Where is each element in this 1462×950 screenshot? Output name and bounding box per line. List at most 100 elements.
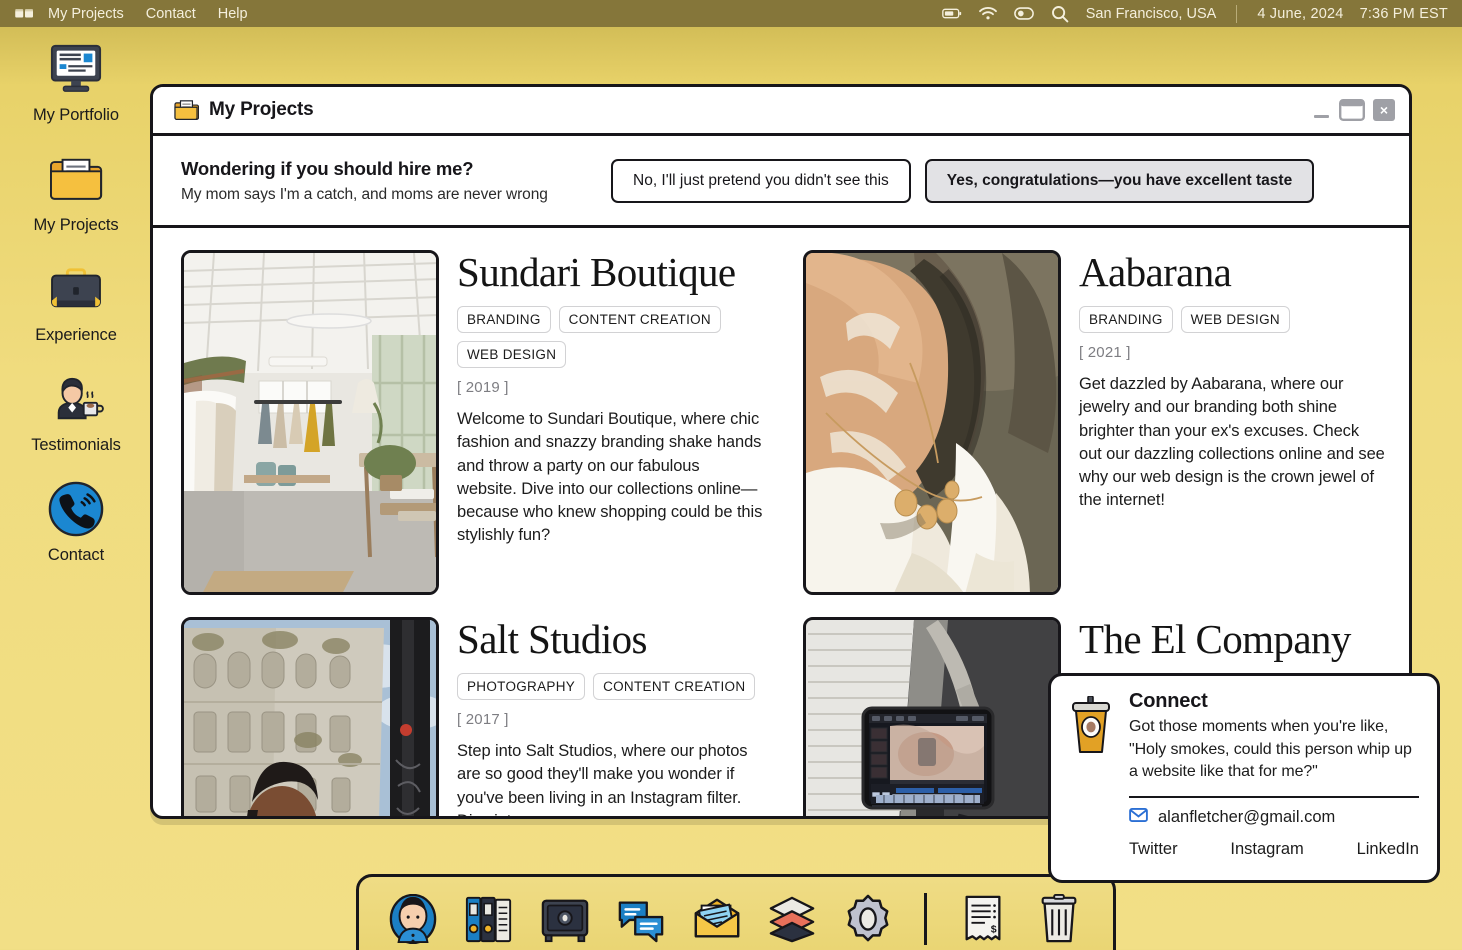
window-controls: × bbox=[1312, 99, 1395, 121]
project-tag[interactable]: WEB DESIGN bbox=[457, 341, 566, 368]
battery-icon[interactable] bbox=[942, 5, 962, 23]
phone-ringing-icon bbox=[45, 480, 107, 538]
project-year: [ 2021 ] bbox=[1079, 344, 1385, 361]
connect-body: Connect Got those moments when you're li… bbox=[1129, 690, 1419, 868]
profile-avatar-icon[interactable] bbox=[387, 893, 439, 945]
project-title: Sundari Boutique bbox=[457, 252, 763, 293]
close-icon[interactable]: × bbox=[1373, 99, 1395, 121]
control-center-icon[interactable] bbox=[1014, 5, 1034, 23]
person-with-coffee-icon bbox=[45, 370, 107, 428]
mail-envelope-icon[interactable] bbox=[691, 893, 743, 945]
instagram-link[interactable]: Instagram bbox=[1230, 840, 1303, 859]
linkedin-link[interactable]: LinkedIn bbox=[1357, 840, 1419, 859]
minimize-icon[interactable] bbox=[1312, 104, 1331, 121]
wifi-icon[interactable] bbox=[978, 5, 998, 23]
sidebar-item-label: Experience bbox=[35, 326, 117, 345]
project-tag[interactable]: WEB DESIGN bbox=[1181, 306, 1290, 333]
sidebar-item-my-portfolio[interactable]: My Portfolio bbox=[0, 40, 152, 150]
sidebar-item-experience[interactable]: Experience bbox=[0, 260, 152, 370]
svg-text:$: $ bbox=[991, 923, 997, 935]
safe-icon[interactable] bbox=[539, 893, 591, 945]
decline-button[interactable]: No, I'll just pretend you didn't see thi… bbox=[611, 159, 911, 203]
maximize-icon[interactable] bbox=[1339, 99, 1365, 121]
project-description: Step into Salt Studios, where our photos… bbox=[457, 740, 763, 819]
hire-me-banner: Wondering if you should hire me? My mom … bbox=[153, 136, 1409, 228]
connect-popup: Connect Got those moments when you're li… bbox=[1048, 673, 1440, 883]
banner-text: Wondering if you should hire me? My mom … bbox=[181, 158, 611, 204]
connect-email[interactable]: alanfletcher@gmail.com bbox=[1158, 808, 1335, 827]
sidebar-item-label: My Projects bbox=[33, 216, 118, 235]
banner-heading: Wondering if you should hire me? bbox=[181, 158, 611, 180]
settings-gear-icon[interactable] bbox=[842, 893, 894, 945]
envelope-icon bbox=[1129, 808, 1148, 827]
coffee-cup-icon bbox=[1067, 696, 1115, 754]
project-description: Welcome to Sundari Boutique, where chic … bbox=[457, 408, 763, 548]
jewelry-necklace-photo bbox=[803, 250, 1061, 595]
project-tag[interactable]: CONTENT CREATION bbox=[559, 306, 721, 333]
project-title: Salt Studios bbox=[457, 619, 763, 660]
sidebar-item-label: My Portfolio bbox=[33, 106, 119, 125]
layers-icon[interactable] bbox=[766, 893, 818, 945]
project-year: [ 2019 ] bbox=[457, 379, 763, 396]
project-card[interactable]: Salt Studios PHOTOGRAPHY CONTENT CREATIO… bbox=[181, 617, 763, 819]
menu-bar-status: San Francisco, USA 4 June, 2024 7:36 PM … bbox=[942, 5, 1448, 23]
menu-item-help[interactable]: Help bbox=[218, 6, 248, 22]
project-tags: BRANDING WEB DESIGN bbox=[1079, 306, 1385, 333]
briefcase-icon bbox=[45, 260, 107, 318]
folder-icon bbox=[45, 150, 107, 208]
project-tag[interactable]: BRANDING bbox=[457, 306, 551, 333]
sidebar-item-label: Contact bbox=[48, 546, 104, 565]
sidebar-item-my-projects[interactable]: My Projects bbox=[0, 150, 152, 260]
sidebar-item-contact[interactable]: Contact bbox=[0, 480, 152, 590]
menubar-divider bbox=[1236, 5, 1237, 23]
time-label: 7:36 PM EST bbox=[1360, 6, 1448, 22]
menu-item-my-projects[interactable]: My Projects bbox=[48, 6, 124, 22]
project-tags: PHOTOGRAPHY CONTENT CREATION bbox=[457, 673, 763, 700]
project-card[interactable]: Aabarana BRANDING WEB DESIGN [ 2021 ] Ge… bbox=[803, 250, 1385, 595]
project-title: The El Company bbox=[1079, 619, 1385, 660]
project-info: Salt Studios PHOTOGRAPHY CONTENT CREATIO… bbox=[457, 617, 763, 819]
receipt-icon[interactable]: $ bbox=[957, 893, 1009, 945]
project-tags: BRANDING CONTENT CREATION WEB DESIGN bbox=[457, 306, 763, 368]
date-label: 4 June, 2024 bbox=[1257, 6, 1343, 22]
sidebar-item-testimonials[interactable]: Testimonials bbox=[0, 370, 152, 480]
window-title: My Projects bbox=[209, 99, 313, 121]
banner-subheading: My mom says I'm a catch, and moms are ne… bbox=[181, 186, 611, 204]
chat-bubbles-icon[interactable] bbox=[615, 893, 667, 945]
accept-button[interactable]: Yes, congratulations—you have excellent … bbox=[925, 159, 1314, 203]
desktop-dock: $ bbox=[356, 874, 1116, 950]
menu-items: My Projects Contact Help bbox=[48, 6, 248, 22]
project-year: [ 2017 ] bbox=[457, 711, 763, 728]
connect-divider bbox=[1129, 796, 1419, 798]
project-tag[interactable]: PHOTOGRAPHY bbox=[457, 673, 585, 700]
project-card[interactable]: Sundari Boutique BRANDING CONTENT CREATI… bbox=[181, 250, 763, 595]
connect-description: Got those moments when you're like, "Hol… bbox=[1129, 716, 1419, 784]
menu-item-contact[interactable]: Contact bbox=[146, 6, 196, 22]
twitter-link[interactable]: Twitter bbox=[1129, 840, 1178, 859]
project-title: Aabarana bbox=[1079, 252, 1385, 293]
boxes-logo-icon[interactable] bbox=[14, 6, 36, 22]
monitor-icon bbox=[45, 40, 107, 98]
connect-title: Connect bbox=[1129, 690, 1419, 713]
search-icon[interactable] bbox=[1050, 5, 1070, 23]
project-tag[interactable]: BRANDING bbox=[1079, 306, 1173, 333]
binders-icon[interactable] bbox=[463, 893, 515, 945]
menu-bar: My Projects Contact Help bbox=[0, 0, 1462, 27]
sidebar-item-label: Testimonials bbox=[31, 436, 121, 455]
connect-email-row[interactable]: alanfletcher@gmail.com bbox=[1129, 808, 1419, 827]
project-tag[interactable]: CONTENT CREATION bbox=[593, 673, 755, 700]
project-info: Sundari Boutique BRANDING CONTENT CREATI… bbox=[457, 250, 763, 595]
banner-buttons: No, I'll just pretend you didn't see thi… bbox=[611, 159, 1314, 203]
project-description: Get dazzled by Aabarana, where our jewel… bbox=[1079, 373, 1385, 513]
desktop-sidebar: My Portfolio My Projects bbox=[0, 40, 152, 590]
video-editing-desk-photo bbox=[803, 617, 1061, 819]
connect-social-links: Twitter Instagram LinkedIn bbox=[1129, 840, 1419, 859]
woman-red-blazer-street-photo bbox=[181, 617, 439, 819]
boutique-interior-photo bbox=[181, 250, 439, 595]
folder-icon bbox=[173, 99, 199, 121]
dock-divider bbox=[924, 893, 927, 945]
location-label: San Francisco, USA bbox=[1086, 6, 1217, 22]
window-titlebar: My Projects × bbox=[153, 87, 1409, 136]
project-info: Aabarana BRANDING WEB DESIGN [ 2021 ] Ge… bbox=[1079, 250, 1385, 595]
trash-icon[interactable] bbox=[1033, 893, 1085, 945]
